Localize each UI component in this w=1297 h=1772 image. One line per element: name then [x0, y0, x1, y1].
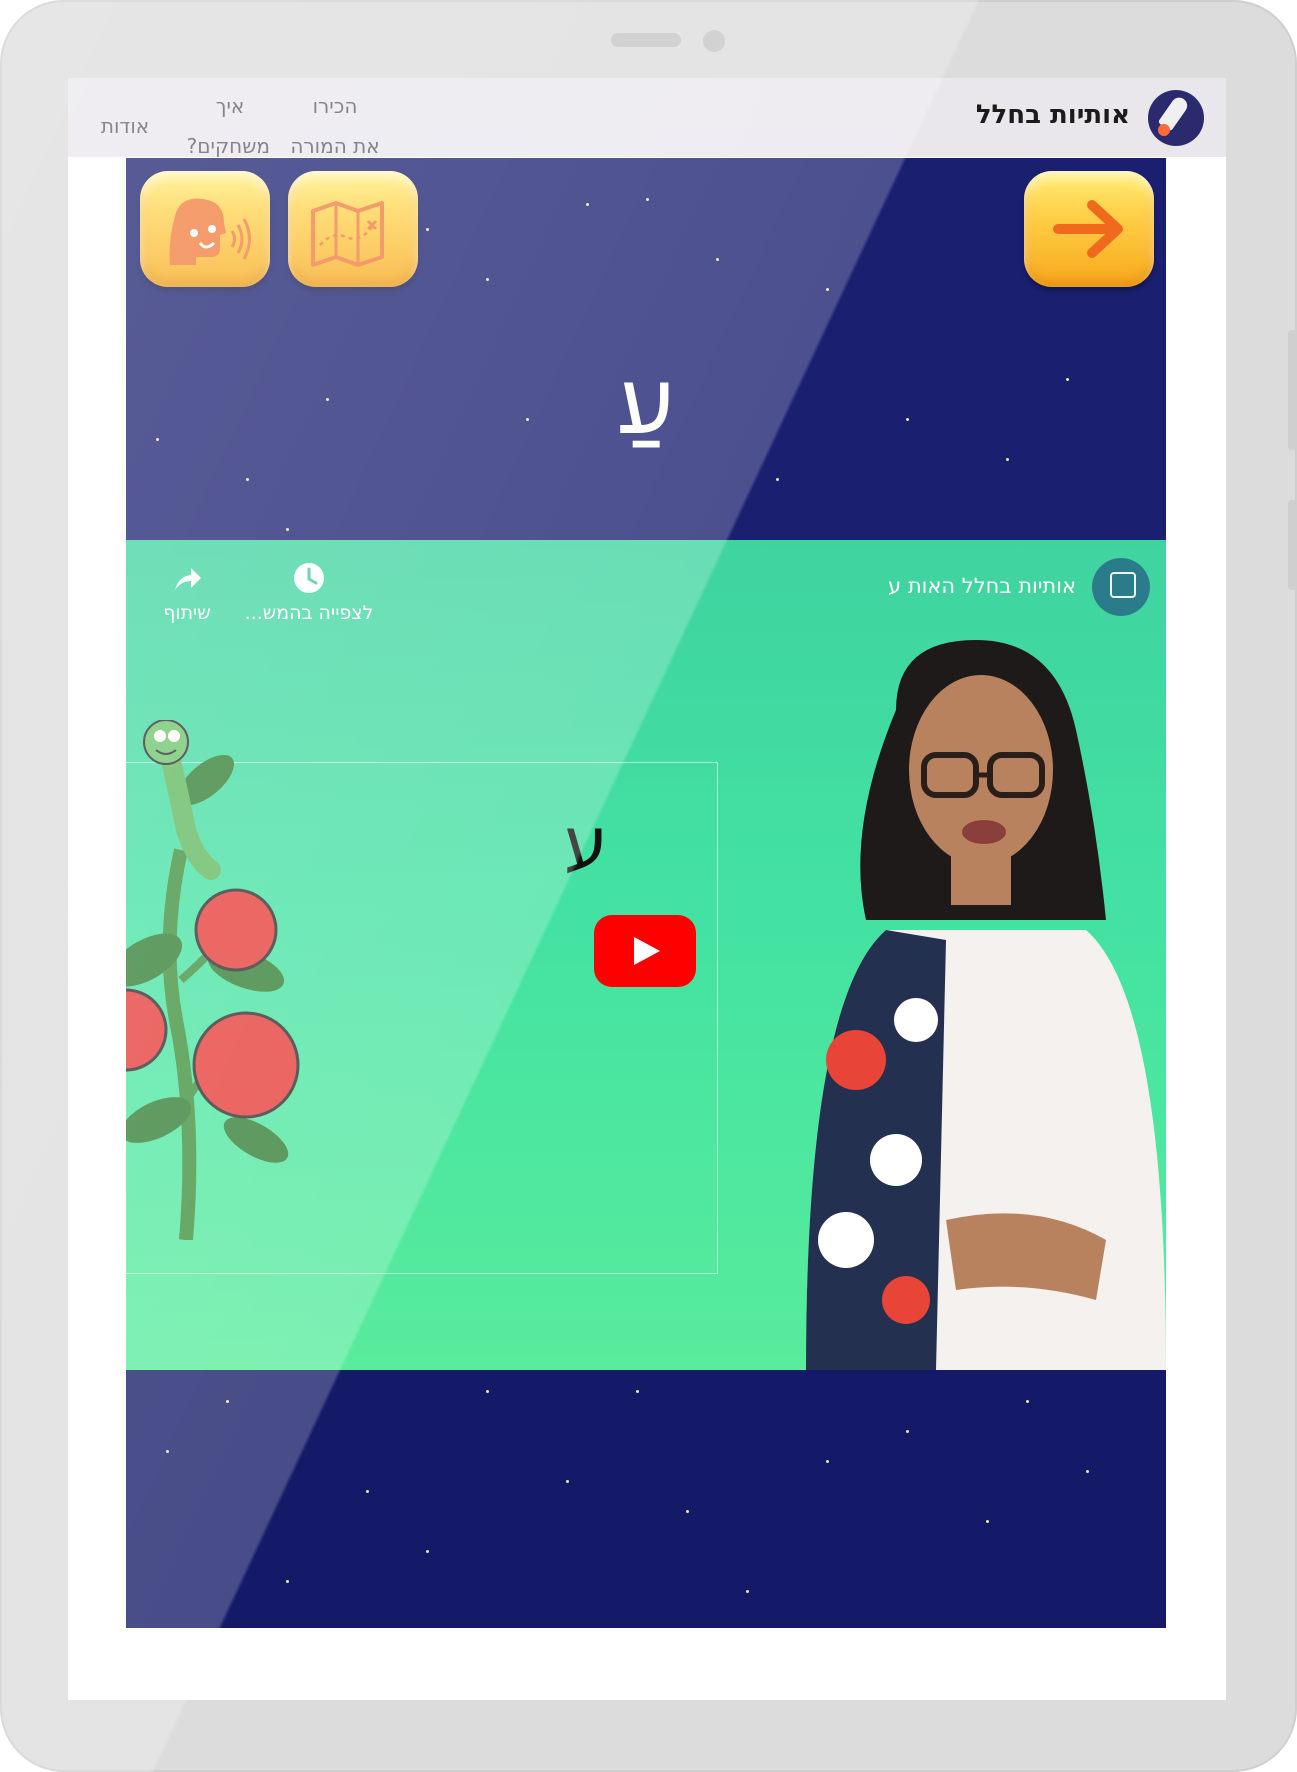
nav-meet-teacher-line1: הכירו — [312, 94, 358, 118]
nav-how-to-play[interactable]: איך משחקים? — [187, 86, 270, 166]
share-button[interactable]: שיתוף — [154, 562, 220, 624]
tablet-camera — [703, 30, 725, 52]
rocket-logo-icon[interactable] — [1148, 90, 1204, 146]
tablet-side-button — [1288, 500, 1297, 590]
share-label: שיתוף — [163, 602, 211, 624]
share-icon — [175, 568, 201, 590]
clock-icon — [294, 563, 324, 593]
watch-later-button[interactable]: לצפייה בהמש... — [244, 562, 374, 624]
tablet-frame: אותיות בחלל הכירו את המורה איך משחקים? א… — [0, 0, 1297, 1772]
nav-about-label: אודות — [100, 114, 150, 138]
watch-later-label: לצפייה בהמש... — [244, 602, 374, 624]
map-button[interactable] — [288, 171, 418, 287]
youtube-play-button[interactable] — [594, 915, 696, 987]
site-header: אותיות בחלל הכירו את המורה איך משחקים? א… — [68, 78, 1226, 158]
current-letter: עַ — [616, 348, 676, 455]
game-area: עַ אותיות בחלל האות ע לצפייה בהמש... שית… — [126, 158, 1166, 1628]
arrow-right-icon — [1053, 200, 1123, 258]
nav-about[interactable]: אודות — [90, 106, 160, 146]
map-icon — [311, 201, 384, 267]
brand-title[interactable]: אותיות בחלל — [976, 100, 1130, 130]
screen: אותיות בחלל הכירו את המורה איך משחקים? א… — [68, 78, 1226, 1700]
next-button[interactable] — [1024, 171, 1154, 287]
space-background-bottom — [126, 1370, 1166, 1628]
video-title[interactable]: אותיות בחלל האות ע — [888, 574, 1076, 598]
tomato-plant-illustration — [126, 720, 300, 1240]
video-player[interactable]: אותיות בחלל האות ע לצפייה בהמש... שיתוף … — [126, 540, 1166, 1370]
nav-how-to-play-line1: איך — [215, 94, 245, 118]
teacher-presenter — [806, 640, 1166, 1370]
speaking-head-icon — [169, 198, 251, 265]
tablet-speaker — [611, 33, 681, 47]
nav-meet-teacher[interactable]: הכירו את המורה — [280, 86, 390, 166]
video-board-letter: ע — [564, 802, 608, 884]
listen-button[interactable] — [140, 171, 270, 287]
tablet-side-button — [1288, 330, 1297, 450]
